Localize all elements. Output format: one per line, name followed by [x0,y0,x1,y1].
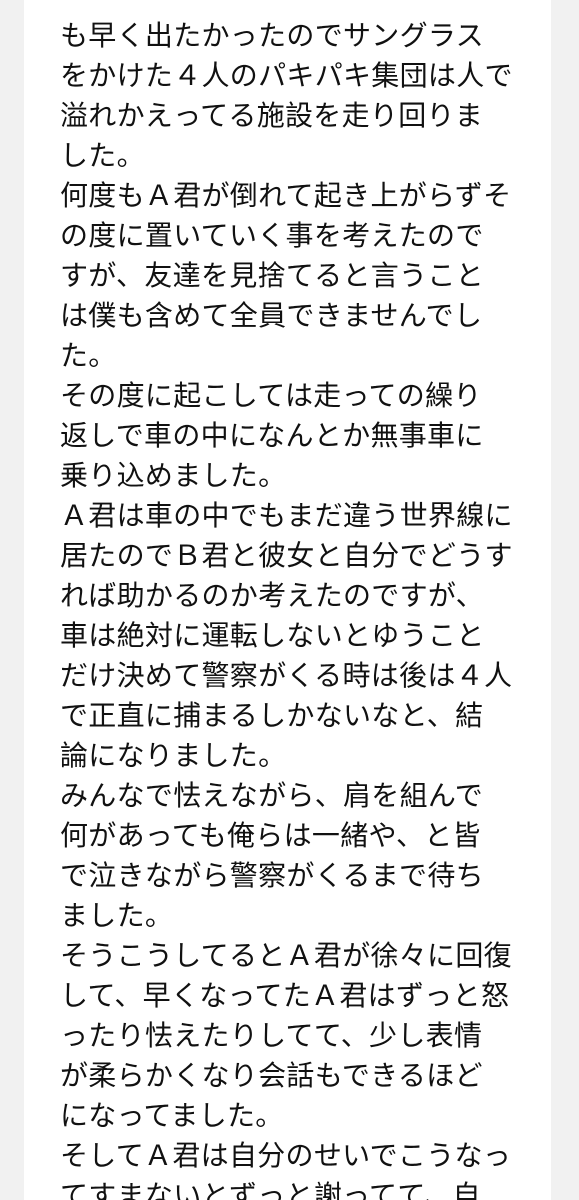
message-line: も早く出たかったのでサングラス [60,19,484,52]
message-line: た。 [60,339,117,372]
message-line: ったり怯えたりしてて、少し表情 [60,1019,483,1052]
message-line: 車は絶対に運転しないとゆうこと [60,619,485,652]
message-line: で正直に捕まるしかないなと、結 [60,699,484,732]
message-line: れば助かるのか考えたのですが、 [60,579,484,612]
message-line: だけ決めて警察がくる時は後は４人 [60,659,513,692]
message-line: した。 [60,139,145,172]
screen: も早く出たかったのでサングラス をかけた４人のパキパキ集団は人で 溢れかえってる… [0,0,579,1200]
message-line: になってました。 [60,1099,284,1132]
message-text: も早く出たかったのでサングラス をかけた４人のパキパキ集団は人で 溢れかえってる… [60,16,530,1200]
message-line: をかけた４人のパキパキ集団は人で [60,59,513,92]
message-line: 何があっても俺らは一緒や、と皆 [60,819,481,852]
message-line: 返しで車の中になんとか無事車に [60,419,484,452]
message-bubble: も早く出たかったのでサングラス をかけた４人のパキパキ集団は人で 溢れかえってる… [24,0,551,1200]
message-line: すが、友達を見捨てると言うこと [60,259,484,292]
message-line: そうこうしてるとＡ君が徐々に回復 [60,939,512,972]
message-line: てすまないとずっと謝ってて、自 [60,1179,481,1200]
message-line: が柔らかくなり会話もできるほど [60,1059,483,1092]
message-line: 乗り込めました。 [60,459,287,492]
message-line: は僕も含めて全員できませんでし [60,299,483,332]
message-line: Ａ君は車の中でもまだ違う世界線に [60,499,513,532]
left-margin [0,0,24,1200]
message-line: の度に置いていく事を考えたので [60,219,484,252]
right-margin [551,0,579,1200]
message-line: 居たのでＢ君と彼女と自分でどうす [60,539,513,572]
message-line: して、早くなってたＡ君はずっと怒 [60,979,510,1012]
message-line: で泣きながら警察がくるまで待ち [60,859,484,892]
message-line: そしてＡ君は自分のせいでこうなっ [60,1139,512,1172]
message-line: 溢れかえってる施設を走り回りま [60,99,484,132]
message-line: みんなで怯えながら、肩を組んで [60,779,484,812]
message-line: ました。 [60,899,174,932]
message-line: 何度もＡ君が倒れて起き上がらずそ [60,179,512,212]
message-line: その度に起こしては走っての繰り [60,379,482,412]
message-line: 論になりました。 [60,739,287,772]
